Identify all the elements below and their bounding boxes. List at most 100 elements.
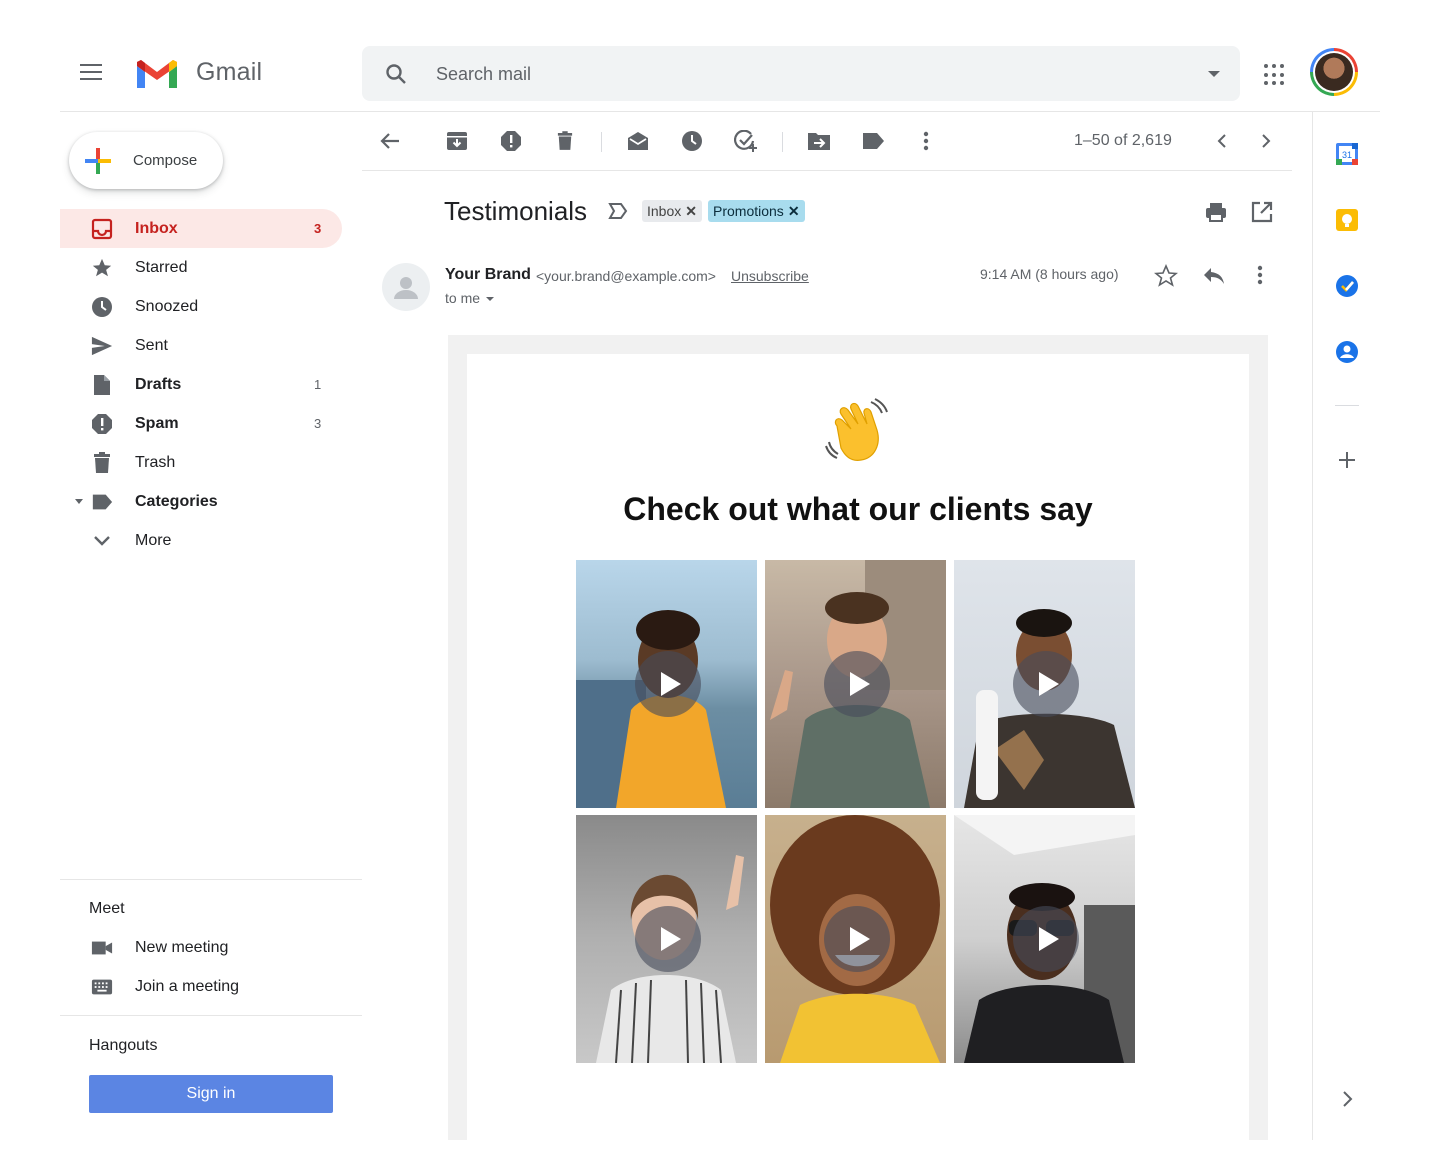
chevron-down-icon	[91, 530, 113, 552]
sidebar-item-label: Drafts	[135, 375, 182, 393]
search-options-caret-icon[interactable]	[1208, 71, 1220, 77]
label-chip-text: Inbox	[647, 203, 682, 219]
sidebar-item-snoozed[interactable]: Snoozed	[60, 287, 362, 326]
add-addon-icon[interactable]	[1335, 448, 1359, 472]
drafts-count: 1	[314, 377, 322, 392]
move-to-icon[interactable]	[807, 129, 831, 153]
play-button-icon[interactable]	[1013, 906, 1079, 972]
play-button-icon[interactable]	[824, 651, 890, 717]
label-chip-promotions[interactable]: Promotions ✕	[708, 200, 805, 222]
label-as-icon[interactable]	[861, 129, 885, 153]
sidebar-item-trash[interactable]: Trash	[60, 443, 362, 482]
sidebar-item-label: Trash	[135, 453, 176, 471]
more-options-icon[interactable]	[914, 129, 938, 153]
video-camera-icon	[91, 937, 113, 959]
hangouts-section-title: Hangouts	[89, 1037, 158, 1054]
sidebar-item-starred[interactable]: Starred	[60, 248, 362, 287]
pagination-count: 1–50 of 2,619	[1074, 132, 1172, 149]
draft-icon	[91, 374, 113, 396]
play-button-icon[interactable]	[635, 651, 701, 717]
play-button-icon[interactable]	[635, 906, 701, 972]
sidebar-item-label: Starred	[135, 258, 188, 276]
sidebar-item-label: Snoozed	[135, 297, 199, 315]
remove-label-icon[interactable]: ✕	[685, 203, 697, 220]
calendar-icon[interactable]: 31	[1335, 142, 1359, 166]
main-menu-icon[interactable]	[80, 64, 104, 82]
message-time: 9:14 AM (8 hours ago)	[980, 266, 1119, 282]
expand-panel-chevron-icon[interactable]	[1335, 1087, 1359, 1111]
join-meeting-item[interactable]: Join a meeting	[60, 967, 362, 1006]
recipient-dropdown-icon[interactable]	[486, 297, 495, 302]
archive-icon[interactable]	[445, 129, 469, 153]
print-icon[interactable]	[1205, 201, 1227, 223]
video-grid	[576, 560, 1135, 1063]
add-task-icon[interactable]	[734, 129, 758, 153]
video-testimonial-1[interactable]	[576, 560, 757, 808]
recipient-details[interactable]: to me	[445, 290, 495, 306]
side-panel-rail: 31	[1312, 112, 1380, 1140]
video-testimonial-3[interactable]	[954, 560, 1135, 808]
snooze-clock-icon[interactable]	[680, 129, 704, 153]
sender-avatar[interactable]	[382, 263, 430, 311]
search-input[interactable]	[436, 60, 1136, 88]
compose-button[interactable]: Compose	[69, 132, 223, 189]
label-icon	[91, 491, 113, 513]
chevron-right-icon[interactable]	[1254, 129, 1278, 153]
unsubscribe-link[interactable]: Unsubscribe	[731, 268, 809, 284]
toolbar-separator	[601, 132, 602, 152]
chevron-left-icon[interactable]	[1210, 129, 1234, 153]
search-bar[interactable]	[362, 46, 1240, 101]
email-body-frame: Check out what our clients say	[448, 335, 1268, 1140]
contacts-icon[interactable]	[1335, 340, 1359, 364]
sidebar-item-label: Categories	[135, 492, 218, 510]
sidebar-item-sent[interactable]: Sent	[60, 326, 362, 365]
play-button-icon[interactable]	[824, 906, 890, 972]
tasks-icon[interactable]	[1335, 274, 1359, 298]
video-testimonial-2[interactable]	[765, 560, 946, 808]
hangouts-signin-button[interactable]: Sign in	[89, 1075, 333, 1113]
inbox-icon	[91, 218, 113, 240]
sidebar-item-categories[interactable]: Categories	[60, 482, 362, 521]
expand-caret-icon[interactable]	[75, 499, 83, 504]
video-testimonial-5[interactable]	[765, 815, 946, 1063]
sidebar-item-label: Sent	[135, 336, 168, 354]
mark-unread-icon[interactable]	[626, 129, 650, 153]
search-icon[interactable]	[384, 62, 408, 86]
join-meeting-label: Join a meeting	[135, 977, 240, 995]
label-chip-inbox[interactable]: Inbox ✕	[642, 200, 702, 222]
back-arrow-icon[interactable]	[378, 129, 402, 153]
new-meeting-item[interactable]: New meeting	[60, 928, 362, 967]
sidebar-item-spam[interactable]: Spam 3	[60, 404, 362, 443]
sidebar-item-more[interactable]: More	[60, 521, 362, 560]
delete-icon[interactable]	[553, 129, 577, 153]
apps-grid-icon[interactable]	[1264, 64, 1286, 86]
importance-marker-icon[interactable]	[608, 202, 628, 220]
sender-email: <your.brand@example.com>	[536, 268, 716, 284]
keep-icon[interactable]	[1335, 208, 1359, 232]
sidebar-item-label: Inbox	[135, 219, 178, 237]
recipient-text: to me	[445, 290, 481, 306]
sidebar-item-drafts[interactable]: Drafts 1	[60, 365, 362, 404]
sidebar-item-inbox[interactable]: Inbox 3	[60, 209, 342, 248]
spam-count: 3	[314, 416, 322, 431]
message-more-icon[interactable]	[1257, 265, 1263, 285]
video-testimonial-4[interactable]	[576, 815, 757, 1063]
new-meeting-label: New meeting	[135, 938, 229, 956]
message-subject: Testimonials	[444, 196, 588, 226]
play-button-icon[interactable]	[1013, 651, 1079, 717]
video-testimonial-6[interactable]	[954, 815, 1135, 1063]
gmail-window: Gmail Compose Inbox 3 Starred	[60, 28, 1380, 1140]
report-spam-icon[interactable]	[499, 129, 523, 153]
keyboard-icon	[91, 976, 113, 998]
open-new-window-icon[interactable]	[1251, 201, 1273, 223]
spam-icon	[91, 413, 113, 435]
remove-label-icon[interactable]: ✕	[788, 203, 800, 220]
account-avatar[interactable]	[1310, 48, 1358, 96]
gmail-logo-icon[interactable]	[134, 58, 180, 90]
sidebar-nav: Inbox 3 Starred Snoozed Sent Drafts 1 Sp…	[60, 209, 362, 560]
star-outline-icon[interactable]	[1154, 264, 1178, 288]
email-content: Check out what our clients say	[467, 354, 1249, 1140]
clock-icon	[91, 296, 113, 318]
reply-icon[interactable]	[1202, 266, 1226, 286]
compose-label: Compose	[133, 152, 198, 169]
